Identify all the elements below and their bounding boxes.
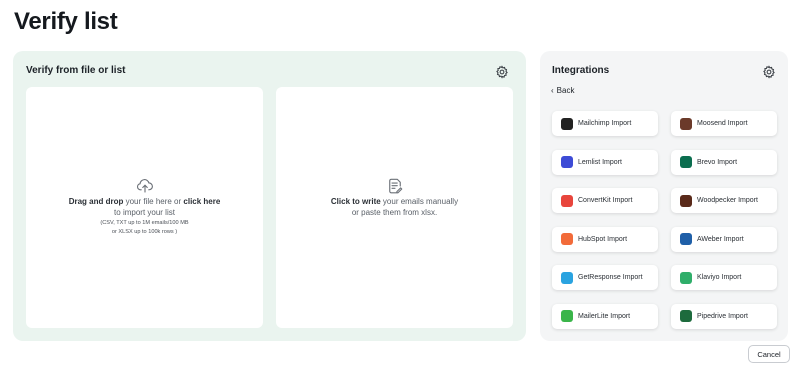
integration-label: Brevo Import [697,158,738,166]
aweber-icon [680,233,692,245]
getresponse-icon [561,271,573,284]
integration-hubspot-button[interactable]: HubSpot Import [552,226,658,252]
integration-lemlist-button[interactable]: Lemlist Import [552,149,658,175]
upload-format-hint: (CSV, TXT up to 1M emails/100 MB or XLSX… [100,220,189,235]
integration-moosend-button[interactable]: Moosend Import [671,111,777,136]
integration-label: GetResponse Import [578,274,643,281]
integration-mailerlite-button[interactable]: MailerLite Import [552,303,658,329]
manual-instructions: Click to write your emails manually or p… [330,197,459,217]
integration-label: ConvertKit Import [578,197,633,204]
integration-aweber-button[interactable]: AWeber Import [671,226,777,252]
integration-mailchimp-button[interactable]: Mailchimp Import [552,111,658,136]
integration-label: HubSpot Import [578,235,628,243]
pipedrive-icon [680,310,692,322]
mailchimp-icon [561,117,573,130]
integration-pipedrive-button[interactable]: Pipedrive Import [671,303,777,329]
hubspot-icon [561,233,573,245]
manual-entry-card[interactable]: Click to write your emails manually or p… [276,87,513,328]
integration-label: Lemlist Import [578,158,622,166]
integration-label: AWeber Import [697,235,744,243]
integration-label: MailerLite Import [578,312,631,320]
back-link[interactable]: ‹ Back [551,86,574,95]
file-upload-dropzone[interactable]: Drag and drop your file here or click he… [26,87,263,328]
integration-klaviyo-button[interactable]: Klaviyo Import [671,265,777,290]
integrations-panel: Integrations ‹ Back Mailchimp Import Moose… [540,51,788,341]
convertkit-icon [561,194,573,207]
klaviyo-icon [680,271,692,284]
chevron-left-icon: ‹ [551,86,554,95]
integration-brevo-button[interactable]: Brevo Import [671,149,777,175]
integration-label: Mailchimp Import [578,120,632,127]
gear-icon[interactable] [495,65,509,79]
verify-panel: Verify from file or list Drag and drop y… [13,51,526,341]
integration-label: Moosend Import [697,120,748,127]
lemlist-icon [561,156,573,168]
integration-label: Pipedrive Import [697,312,748,320]
integration-getresponse-button[interactable]: GetResponse Import [552,265,658,290]
integration-woodpecker-button[interactable]: Woodpecker Import [671,188,777,213]
gear-icon[interactable] [762,65,776,79]
mailerlite-icon [561,310,573,322]
page-title: Verify list [14,8,118,35]
verify-panel-title: Verify from file or list [26,65,126,76]
moosend-icon [680,117,692,130]
upload-instructions: Drag and drop your file here or click he… [68,197,221,217]
cancel-button[interactable]: Cancel [748,345,790,363]
click-here-link[interactable]: click here [183,197,220,206]
integrations-title: Integrations [552,65,610,76]
integration-label: Woodpecker Import [697,197,758,204]
cloud-upload-icon [136,179,153,193]
integration-label: Klaviyo Import [697,274,742,281]
document-edit-icon [388,178,402,194]
woodpecker-icon [680,194,692,207]
integration-convertkit-button[interactable]: ConvertKit Import [552,188,658,213]
brevo-icon [680,156,692,168]
